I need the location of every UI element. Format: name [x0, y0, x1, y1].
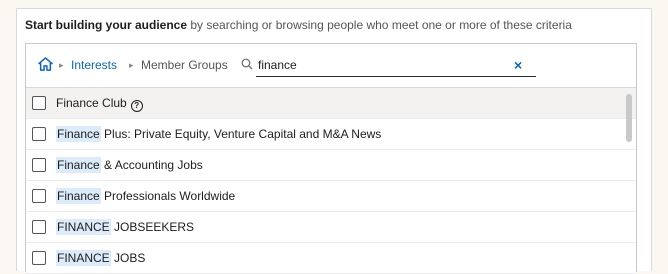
list-item-rest: Plus: Private Equity, Venture Capital an… — [100, 127, 382, 141]
browse-panel: ▸ Interests ▸ Member Groups × Finance Cl… — [25, 43, 637, 274]
results-list: Finance Club? Finance Plus: Private Equi… — [26, 88, 636, 274]
list-item-match: Finance — [56, 188, 101, 204]
list-item-match: FINANCE — [56, 250, 111, 266]
search-input[interactable] — [256, 53, 536, 77]
list-item-label: Finance Plus: Private Equity, Venture Ca… — [56, 126, 382, 142]
checkbox[interactable] — [32, 251, 46, 265]
list-item-rest: & Accounting Jobs — [100, 158, 203, 172]
list-item-rest: Professionals Worldwide — [100, 189, 236, 203]
checkbox[interactable] — [32, 220, 46, 234]
list-item-label: Finance Club? — [56, 96, 143, 112]
list-item[interactable]: Finance Plus: Private Equity, Venture Ca… — [26, 119, 636, 150]
audience-builder-card: Start building your audience by searchin… — [16, 8, 652, 274]
checkbox[interactable] — [32, 158, 46, 172]
search-icon — [241, 58, 253, 70]
intro-bold: Start building your audience — [25, 18, 188, 32]
chevron-right-icon: ▸ — [129, 60, 134, 70]
list-item[interactable]: FINANCE JOBSEEKERS — [26, 212, 636, 243]
list-item-rest: JOBS — [110, 251, 146, 265]
list-item-match: Finance — [56, 126, 101, 142]
list-item[interactable]: Finance Club? — [26, 88, 636, 119]
list-item-match: Finance — [56, 157, 101, 173]
list-item-label: FINANCE JOBS — [56, 250, 146, 266]
list-item[interactable]: Finance Professionals Worldwide — [26, 181, 636, 212]
intro-rest: by searching or browsing people who meet… — [187, 18, 572, 32]
search-bar: ▸ Interests ▸ Member Groups × — [26, 44, 636, 88]
chevron-right-icon: ▸ — [59, 60, 64, 70]
help-icon[interactable]: ? — [130, 100, 143, 112]
list-item-label: FINANCE JOBSEEKERS — [56, 219, 195, 235]
breadcrumb-member-groups: Member Groups — [141, 58, 228, 72]
list-item[interactable]: Finance & Accounting Jobs — [26, 150, 636, 181]
checkbox[interactable] — [32, 96, 46, 110]
list-item-label: Finance & Accounting Jobs — [56, 157, 203, 173]
list-item[interactable]: FINANCE JOBS — [26, 243, 636, 274]
list-item-match: FINANCE — [56, 219, 111, 235]
checkbox[interactable] — [32, 189, 46, 203]
checkbox[interactable] — [32, 127, 46, 141]
list-item-rest: JOBSEEKERS — [110, 220, 195, 234]
home-icon[interactable] — [38, 57, 53, 71]
intro-text: Start building your audience by searchin… — [25, 18, 572, 32]
close-icon[interactable]: × — [514, 58, 522, 72]
scrollbar[interactable] — [626, 94, 632, 142]
breadcrumb-interests[interactable]: Interests — [71, 58, 117, 72]
list-item-match: Finance Club — [56, 96, 127, 110]
list-item-label: Finance Professionals Worldwide — [56, 188, 236, 204]
